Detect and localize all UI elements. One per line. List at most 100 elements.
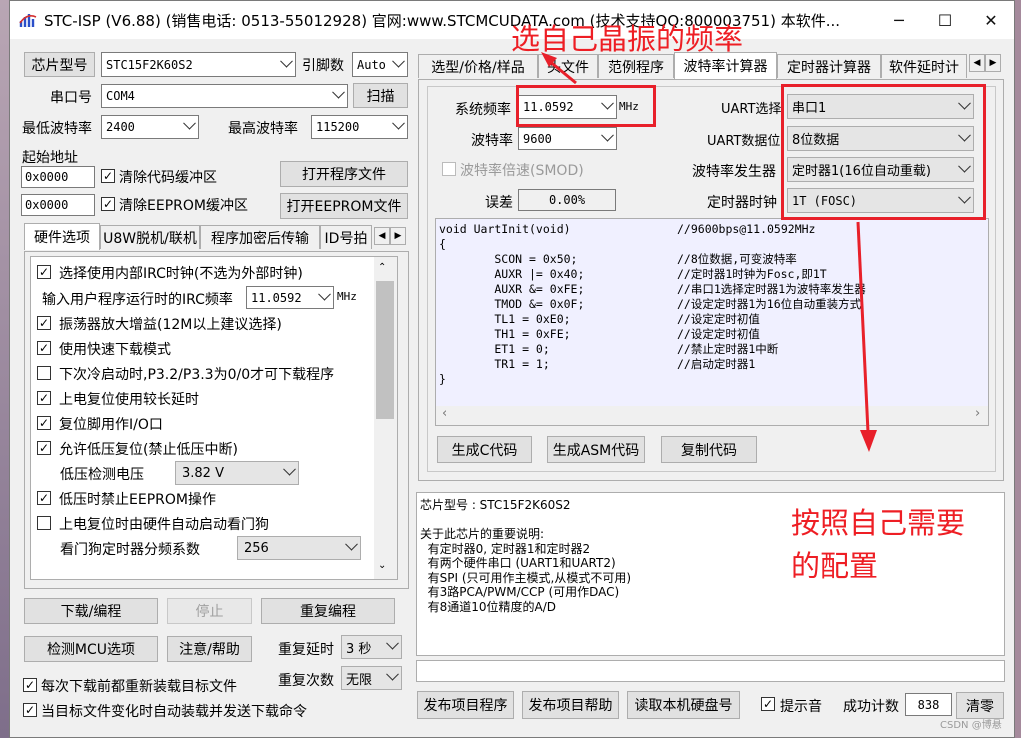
minimize-button[interactable]: ─	[876, 1, 922, 39]
irc-freq-value: 11.0592	[251, 290, 302, 305]
tab-scroll-left-icon[interactable]: ◀	[374, 227, 390, 245]
tab-u8w[interactable]: U8W脱机/联机	[100, 225, 200, 249]
chevron-down-icon	[386, 667, 399, 681]
scroll-up-icon[interactable]: ⌃	[378, 262, 386, 273]
annotation-bottom-line1: 按照自己需要	[791, 506, 966, 540]
code-comment: //设定定时器1为16位自动重装方式	[677, 297, 862, 311]
wdt-prescale-select[interactable]: 256	[237, 536, 361, 560]
code-comment: //串口1选择定时器1为波特率发生器	[677, 282, 866, 296]
lvd-eeprom-checkbox[interactable]: ✓	[37, 491, 51, 505]
scroll-right-icon[interactable]: ›	[975, 406, 980, 421]
power-delay-label: 上电复位使用较长延时	[59, 392, 199, 408]
tab-encrypt[interactable]: 程序加密后传输	[200, 225, 320, 249]
clear-eeprom-checkbox[interactable]: ✓	[101, 197, 115, 211]
scroll-left-icon[interactable]: ‹	[442, 406, 447, 421]
generate-asm-button[interactable]: 生成ASM代码	[547, 436, 645, 463]
maximize-button[interactable]: ☐	[922, 1, 968, 39]
tab-scroll-left-icon[interactable]: ◀	[969, 54, 985, 72]
reload-before-download-label: 每次下载前都重新装载目标文件	[41, 679, 237, 695]
publish-help-button[interactable]: 发布项目帮助	[522, 691, 619, 719]
serial-port-value: COM4	[106, 89, 135, 103]
baud-rate-label: 波特率	[471, 133, 513, 149]
baud-generator-label: 波特率发生器	[692, 164, 776, 180]
left-tabbar: 硬件选项 U8W脱机/联机 程序加密后传输 ID号拍 ◀ ▶	[24, 223, 409, 250]
scroll-down-icon[interactable]: ⌄	[378, 560, 386, 571]
clear-count-button[interactable]: 清零	[956, 692, 1004, 719]
scrollbar-thumb[interactable]	[376, 281, 394, 419]
cold-start-checkbox[interactable]	[37, 366, 51, 380]
read-disk-id-button[interactable]: 读取本机硬盘号	[627, 691, 740, 719]
publish-project-button[interactable]: 发布项目程序	[417, 691, 514, 719]
open-program-button[interactable]: 打开程序文件	[280, 161, 408, 187]
baud-rate-value: 9600	[523, 131, 552, 146]
serial-port-select[interactable]: COM4	[101, 84, 348, 108]
irc-clock-label: 选择使用内部IRC时钟(不选为外部时钟)	[59, 266, 303, 282]
code-comment: //启动定时器1	[677, 357, 756, 371]
reload-before-download-checkbox[interactable]: ✓	[23, 678, 37, 692]
beep-checkbox[interactable]: ✓	[761, 697, 775, 711]
generate-c-button[interactable]: 生成C代码	[437, 436, 532, 463]
repeat-delay-select[interactable]: 3 秒	[341, 635, 402, 659]
lvd-voltage-value: 3.82 V	[182, 465, 224, 481]
baud-rate-select[interactable]: 9600	[518, 127, 617, 150]
tab-id[interactable]: ID号拍	[320, 225, 372, 249]
watchdog-label: 上电复位时由硬件自动启动看门狗	[59, 517, 269, 533]
chip-model-button[interactable]: 芯片型号	[24, 52, 95, 77]
reprogram-button[interactable]: 重复编程	[261, 598, 395, 624]
copy-code-button[interactable]: 复制代码	[661, 436, 757, 463]
auto-load-label: 当目标文件变化时自动装载并发送下载命令	[41, 704, 307, 720]
chevron-down-icon	[392, 54, 405, 68]
repeat-count-select[interactable]: 无限	[341, 666, 402, 690]
repeat-delay-value: 3 秒	[346, 641, 372, 657]
lvd-voltage-select[interactable]: 3.82 V	[175, 461, 299, 485]
code-line: {	[439, 237, 446, 251]
check-mcu-button[interactable]: 检测MCU选项	[24, 636, 158, 662]
watchdog-checkbox[interactable]	[37, 516, 51, 530]
smod-checkbox[interactable]	[442, 162, 456, 176]
annotation-freq-box	[516, 85, 656, 127]
code-line: void UartInit(void)	[439, 222, 571, 236]
lvd-reset-checkbox[interactable]: ✓	[37, 441, 51, 455]
code-line: ET1 = 0;	[439, 342, 550, 356]
beep-label: 提示音	[780, 699, 822, 715]
osc-gain-label: 振荡器放大增益(12M以上建议选择)	[59, 317, 282, 333]
chip-model-value: STC15F2K60S2	[106, 57, 193, 72]
tab-soft-delay[interactable]: 软件延时计	[881, 54, 967, 78]
pin-count-label: 引脚数	[302, 58, 344, 74]
stop-button[interactable]: 停止	[167, 598, 252, 624]
code-hscrollbar[interactable]	[436, 406, 988, 425]
clear-code-checkbox[interactable]: ✓	[101, 169, 115, 183]
clear-code-label: 清除代码缓冲区	[119, 170, 217, 186]
irc-freq-select[interactable]: 11.0592	[246, 286, 334, 309]
min-baud-value: 2400	[106, 120, 135, 134]
chip-info-line: 关于此芯片的重要说明:	[420, 527, 545, 541]
max-baud-select[interactable]: 115200	[311, 115, 408, 139]
code-line: TMOD &= 0x0F;	[439, 297, 585, 311]
irc-clock-checkbox[interactable]: ✓	[37, 265, 51, 279]
help-button[interactable]: 注意/帮助	[167, 636, 252, 662]
close-button[interactable]: ✕	[968, 1, 1014, 39]
tab-hardware-options[interactable]: 硬件选项	[24, 223, 100, 250]
eeprom-address-input[interactable]: 0x0000	[21, 194, 95, 216]
pin-count-select[interactable]: Auto	[352, 52, 408, 77]
chip-info-line: 有SPI (只可用作主模式,从模式不可用)	[420, 570, 632, 585]
reset-io-checkbox[interactable]: ✓	[37, 416, 51, 430]
tab-timer-calculator[interactable]: 定时器计算器	[777, 54, 881, 78]
download-button[interactable]: 下载/编程	[24, 598, 158, 624]
code-address-input[interactable]: 0x0000	[21, 166, 95, 188]
min-baud-select[interactable]: 2400	[101, 115, 199, 139]
open-eeprom-button[interactable]: 打开EEPROM文件	[280, 193, 408, 219]
auto-load-checkbox[interactable]: ✓	[23, 703, 37, 717]
fast-download-checkbox[interactable]: ✓	[37, 341, 51, 355]
chip-info-line: 芯片型号 : STC15F2K60S2	[420, 498, 571, 512]
repeat-count-label: 重复次数	[278, 673, 334, 689]
chevron-down-icon	[280, 54, 293, 68]
osc-gain-checkbox[interactable]: ✓	[37, 316, 51, 330]
uart-bits-label: UART数据位	[707, 134, 781, 149]
scan-button[interactable]: 扫描	[353, 83, 408, 108]
irc-freq-unit: MHz	[337, 290, 357, 303]
tab-scroll-right-icon[interactable]: ▶	[390, 227, 406, 245]
chip-model-select[interactable]: STC15F2K60S2	[101, 52, 296, 77]
tab-scroll-right-icon[interactable]: ▶	[985, 54, 1001, 72]
power-delay-checkbox[interactable]: ✓	[37, 391, 51, 405]
